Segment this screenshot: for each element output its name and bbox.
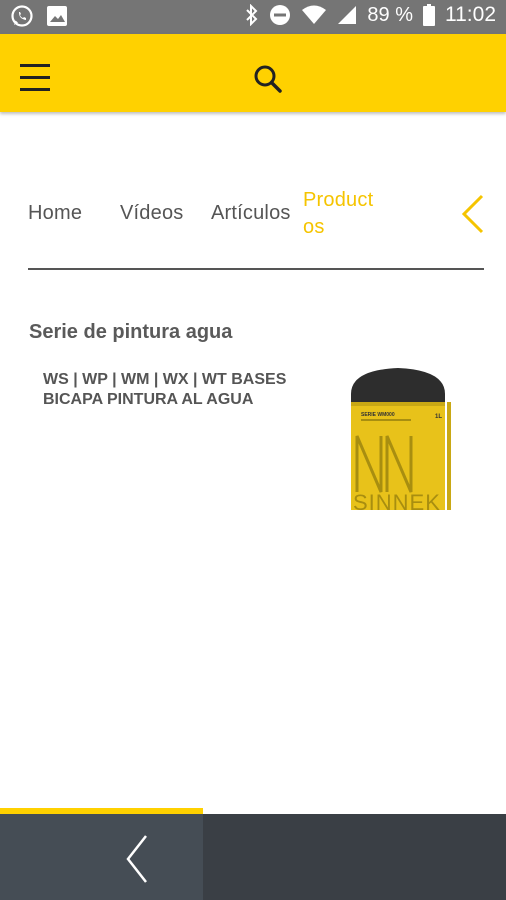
app-header: [0, 34, 506, 112]
product-image-brand: SINNEK: [353, 490, 441, 510]
product-card[interactable]: WS | WP | WM | WX | WT BASES BICAPA PINT…: [29, 360, 484, 510]
search-icon[interactable]: [253, 64, 285, 96]
product-image-small-text: SERIE WM000: [361, 412, 395, 418]
whatsapp-icon: [10, 4, 34, 28]
tab-videos[interactable]: Vídeos: [120, 202, 183, 225]
do-not-disturb-icon: [269, 4, 291, 26]
product-image-badge: 1L: [435, 414, 442, 420]
chevron-left-icon: [126, 835, 147, 883]
tabs-divider: [28, 268, 484, 270]
battery-percentage: 89 %: [367, 3, 413, 26]
battery-icon: [423, 4, 435, 26]
chevron-left-icon[interactable]: [458, 192, 488, 236]
bluetooth-icon: [245, 4, 259, 26]
product-name[interactable]: WS | WP | WM | WX | WT BASES BICAPA PINT…: [43, 370, 293, 410]
wifi-icon: [301, 5, 327, 25]
bottom-navigation: [0, 814, 506, 900]
tab-products[interactable]: Product os: [303, 187, 398, 241]
signal-icon: [337, 5, 357, 25]
category-tabs: Home Vídeos Artículos Product os: [0, 180, 506, 250]
hamburger-icon[interactable]: [20, 64, 50, 98]
status-bar: 89 % 11:02: [0, 0, 506, 34]
tab-products-label-line2: os: [303, 216, 325, 238]
clock: 11:02: [445, 3, 496, 26]
product-image[interactable]: SERIE WM000 1L SINNEK: [343, 364, 453, 510]
section-title: Serie de pintura agua: [29, 321, 233, 343]
tab-products-label-line1: Product: [303, 189, 374, 211]
tab-articulos[interactable]: Artículos: [211, 202, 291, 225]
bottom-back-button[interactable]: [0, 814, 203, 900]
tab-home[interactable]: Home: [28, 202, 82, 225]
image-icon: [46, 5, 68, 27]
